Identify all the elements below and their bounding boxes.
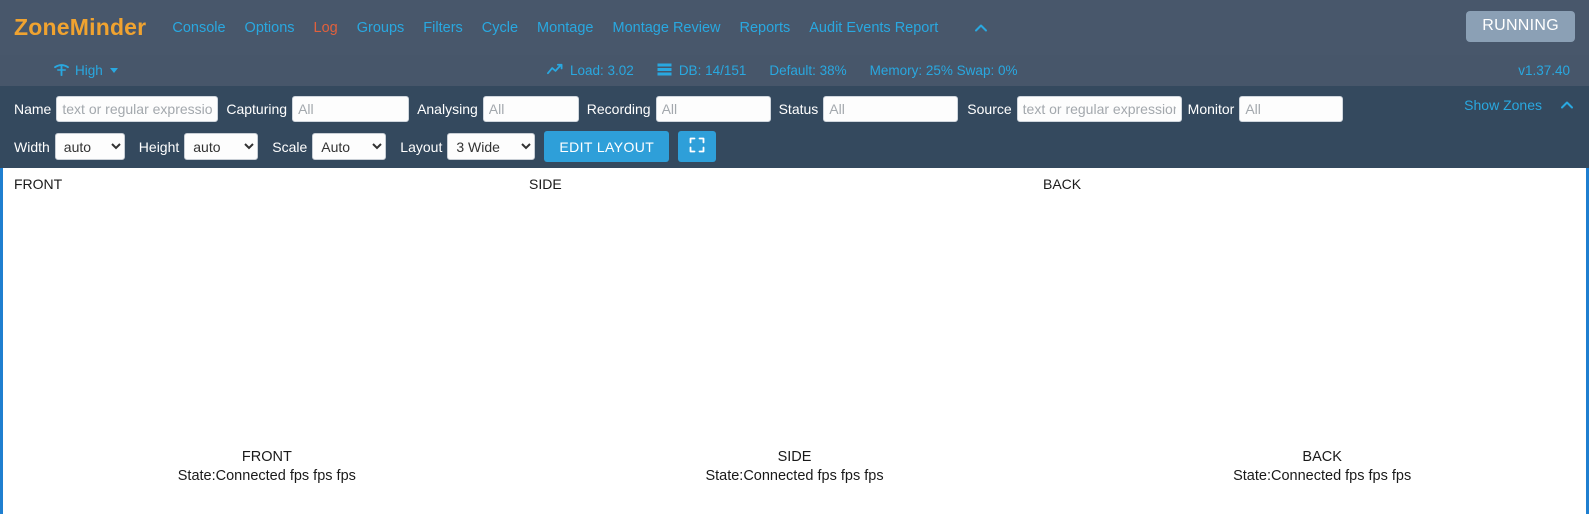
caret-down-icon <box>109 68 118 73</box>
db-metric[interactable]: DB: 14/151 <box>657 63 747 79</box>
status-bar: High Load: 3.02 DB: 14/151 Default: 38% … <box>0 55 1589 86</box>
monitor-cell-back[interactable]: BACK State:Connected fps fps fps <box>1058 448 1586 486</box>
recording-label: Recording <box>586 101 651 117</box>
monitor-grid: FRONT State:Connected fps fps fps SIDE S… <box>3 448 1586 486</box>
filter-panel: Name Capturing Analysing Recording Statu… <box>0 86 1589 173</box>
monitor-state: State:Connected fps fps fps <box>705 468 884 484</box>
monitor-name: BACK <box>1302 449 1342 465</box>
name-input[interactable] <box>56 96 219 122</box>
nav-link-filters[interactable]: Filters <box>423 20 462 36</box>
nav-link-montage[interactable]: Montage <box>537 20 593 36</box>
width-select[interactable]: auto <box>54 133 125 160</box>
top-navbar: ZoneMinder Console Options Log Groups Fi… <box>0 0 1589 55</box>
source-label: Source <box>967 101 1012 117</box>
database-icon <box>657 63 672 79</box>
db-value: DB: 14/151 <box>678 63 747 78</box>
nav-link-options[interactable]: Options <box>245 20 295 36</box>
monitor-input[interactable] <box>1239 96 1344 122</box>
edit-layout-button[interactable]: EDIT LAYOUT <box>544 131 670 162</box>
nav-link-cycle[interactable]: Cycle <box>482 20 518 36</box>
fullscreen-button[interactable] <box>678 131 717 162</box>
recording-input[interactable] <box>655 96 771 122</box>
top-label-side: SIDE <box>529 176 562 192</box>
nav-link-console[interactable]: Console <box>172 20 225 36</box>
status-input[interactable] <box>823 96 959 122</box>
bandwidth-icon <box>54 63 69 79</box>
system-metrics: Load: 3.02 DB: 14/151 Default: 38% Memor… <box>547 63 1017 79</box>
monitor-name: FRONT <box>241 449 292 465</box>
main-nav: Console Options Log Groups Filters Cycle… <box>172 20 989 36</box>
width-label: Width <box>14 138 50 155</box>
panel-collapse-chevron-up-icon[interactable] <box>1559 97 1575 113</box>
height-label: Height <box>138 138 180 155</box>
zoneminder-montage-page: ZoneMinder Console Options Log Groups Fi… <box>0 0 1589 514</box>
default-storage-value[interactable]: Default: 38% <box>769 63 846 78</box>
montage-content: FRONT SIDE BACK FRONT State:Connected fp… <box>0 168 1589 514</box>
monitor-label: Monitor <box>1187 101 1235 117</box>
layout-label: Layout <box>400 138 443 155</box>
brand-logo[interactable]: ZoneMinder <box>14 14 146 41</box>
bandwidth-selector[interactable]: High <box>54 63 118 79</box>
monitor-top-labels: FRONT SIDE BACK <box>3 168 1586 202</box>
scale-select[interactable]: Auto <box>312 133 387 160</box>
capturing-label: Capturing <box>226 101 288 117</box>
capturing-input[interactable] <box>292 96 410 122</box>
monitor-state: State:Connected fps fps fps <box>1233 468 1412 484</box>
source-input[interactable] <box>1016 96 1182 122</box>
nav-link-reports[interactable]: Reports <box>739 20 790 36</box>
status-label: Status <box>778 101 819 117</box>
fullscreen-icon <box>689 137 705 156</box>
chevron-up-icon[interactable] <box>973 20 989 36</box>
height-select[interactable]: auto <box>184 133 259 160</box>
monitor-name: SIDE <box>777 449 812 465</box>
monitor-state: State:Connected fps fps fps <box>177 468 356 484</box>
memory-value[interactable]: Memory: 25% Swap: 0% <box>870 63 1018 78</box>
system-status-button[interactable]: RUNNING <box>1466 11 1575 42</box>
nav-link-groups[interactable]: Groups <box>357 20 405 36</box>
top-label-front: FRONT <box>14 176 63 192</box>
top-label-back: BACK <box>1043 176 1082 192</box>
name-label: Name <box>14 101 52 117</box>
layout-select[interactable]: 3 Wide <box>447 133 536 160</box>
trending-up-icon <box>547 63 563 78</box>
nav-link-audit-events-report[interactable]: Audit Events Report <box>809 20 938 36</box>
show-zones-link[interactable]: Show Zones <box>1464 97 1542 113</box>
nav-link-montage-review[interactable]: Montage Review <box>612 20 720 36</box>
load-metric[interactable]: Load: 3.02 <box>547 63 634 78</box>
analysing-label: Analysing <box>417 101 478 117</box>
filter-row: Name Capturing Analysing Recording Statu… <box>0 92 1589 126</box>
monitor-cell-front[interactable]: FRONT State:Connected fps fps fps <box>3 448 531 486</box>
scale-label: Scale <box>272 138 308 155</box>
analysing-input[interactable] <box>482 96 579 122</box>
bandwidth-label: High <box>75 63 103 78</box>
monitor-cell-side[interactable]: SIDE State:Connected fps fps fps <box>531 448 1059 486</box>
nav-link-log[interactable]: Log <box>314 20 338 36</box>
version-label: v1.37.40 <box>1518 63 1570 78</box>
load-value: Load: 3.02 <box>570 63 634 78</box>
layout-controls-row: Width auto Height auto Scale Auto Layout… <box>0 128 1589 165</box>
